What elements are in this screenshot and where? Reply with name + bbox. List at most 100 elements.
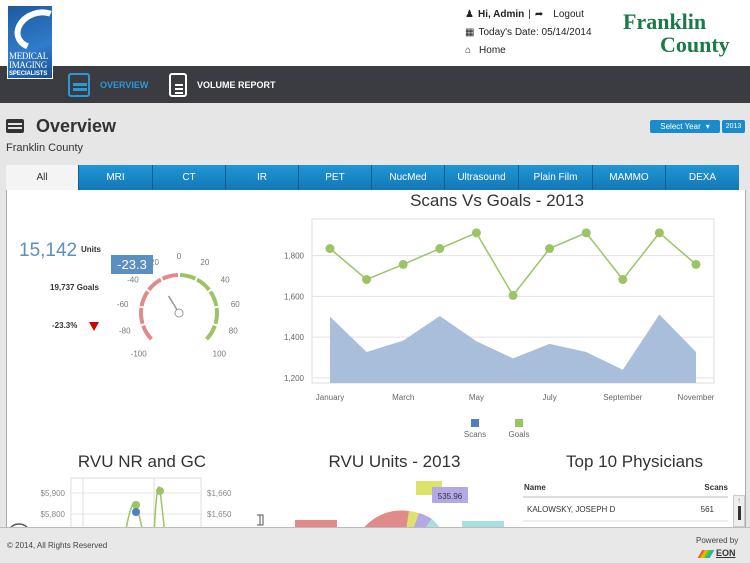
scroll-thumb[interactable] xyxy=(737,506,741,520)
legend-label[interactable]: Goals xyxy=(509,430,530,439)
eon-logo-icon xyxy=(697,550,715,558)
scrollbar[interactable]: ↑ xyxy=(733,495,745,527)
gauge-band xyxy=(208,290,219,307)
gauge-band xyxy=(139,307,145,325)
gauge-tick-label: -60 xyxy=(117,300,129,309)
goals-point[interactable] xyxy=(325,244,335,254)
tab-dexa[interactable]: DEXA xyxy=(665,165,739,190)
goals-point[interactable] xyxy=(362,275,372,285)
gauge-tick-label: -100 xyxy=(131,349,148,358)
gauge-tick-label: 40 xyxy=(221,275,230,284)
tab-ultrasound[interactable]: Ultrasound xyxy=(444,165,518,190)
goals-point[interactable] xyxy=(691,259,701,269)
goals-point[interactable] xyxy=(654,228,664,238)
y-tick-right: $1,660 xyxy=(207,489,232,498)
y-tick-right: $1,650 xyxy=(207,510,232,519)
goals-point[interactable] xyxy=(435,244,445,254)
y-tick-left: $5,900 xyxy=(41,489,66,498)
tab-mammo[interactable]: MAMMO xyxy=(592,165,665,190)
separator: | xyxy=(528,9,531,20)
gauge-band xyxy=(139,290,150,307)
pie-label-text: 535.96 xyxy=(438,492,463,501)
document-list-icon xyxy=(169,72,187,97)
physician-row[interactable]: KALOWSKY, JOSEPH D 561 xyxy=(523,498,728,522)
tab-all[interactable]: All xyxy=(6,165,78,190)
chart-menu-icon[interactable] xyxy=(257,514,264,526)
header: MEDICAL IMAGING SPECIALISTS ♟ Hi, Admin … xyxy=(0,0,750,79)
gauge-band xyxy=(179,273,197,281)
legend-label[interactable]: Scans xyxy=(464,430,486,439)
pie-slice xyxy=(364,510,409,527)
percent-change: -23.3% xyxy=(52,321,78,330)
gauge-band xyxy=(213,307,219,325)
scans-goals-title: Scans Vs Goals - 2013 xyxy=(410,191,584,210)
x-tick-label: September xyxy=(603,393,642,402)
home-icon: ⌂ xyxy=(465,45,472,56)
gauge-tooltip: -23.3 xyxy=(111,255,153,274)
home-row[interactable]: ⌂ Home xyxy=(465,45,506,56)
eon-logo: EON xyxy=(716,548,736,558)
y-tick-label: 1,400 xyxy=(284,333,305,342)
tab-nucmed[interactable]: NucMed xyxy=(371,165,444,190)
scans-goals-chart: 1,200 1,400 1,600 1,800 January March May July S… xyxy=(284,218,715,439)
goals-point[interactable] xyxy=(471,228,481,238)
legend-swatch xyxy=(471,419,479,427)
gauge-band xyxy=(141,324,153,341)
gauge-band xyxy=(205,324,217,341)
tab-mri[interactable]: MRI xyxy=(78,165,152,190)
nav-volume-report[interactable]: VOLUME REPORT xyxy=(169,66,276,103)
gauge-band xyxy=(196,277,211,292)
year-badge: 2013 xyxy=(722,120,745,133)
physicians-table: Name Scans KALOWSKY, JOSEPH D561BANAS, M… xyxy=(523,483,728,527)
gauge-pivot xyxy=(174,308,184,318)
rvu-point xyxy=(156,487,164,495)
scroll-up-icon[interactable]: ↑ xyxy=(734,496,744,505)
goals-point[interactable] xyxy=(545,244,555,254)
medical-imaging-logo[interactable]: MEDICAL IMAGING SPECIALISTS xyxy=(7,5,53,79)
select-year-label: Select Year xyxy=(660,122,701,131)
brand-franklin: Franklin xyxy=(623,9,707,34)
goals-line xyxy=(329,231,697,297)
tab-plain-film[interactable]: Plain Film xyxy=(518,165,592,190)
y-tick-left: $5,800 xyxy=(41,510,66,519)
physicians-title: Top 10 Physicians xyxy=(565,452,704,471)
greeting: Hi, Admin xyxy=(477,9,525,20)
column-header-scans: Scans xyxy=(704,483,728,492)
logout-link[interactable]: Logout xyxy=(553,9,584,20)
tab-ir[interactable]: IR xyxy=(225,165,298,190)
tab-pet[interactable]: PET xyxy=(298,165,371,190)
scans-area xyxy=(330,314,696,383)
nav-label: OVERVIEW xyxy=(100,79,149,90)
rvu-point xyxy=(132,508,140,516)
home-link[interactable]: Home xyxy=(479,45,506,56)
select-year-dropdown[interactable]: Select Year ▾ xyxy=(650,120,720,133)
physician-scans: 561 xyxy=(700,505,714,514)
goals-point[interactable] xyxy=(581,228,591,238)
user-row: ♟ Hi, Admin | ➦ Logout xyxy=(465,9,584,20)
powered-by: Powered by xyxy=(696,536,739,545)
page-title: Overview xyxy=(36,116,117,136)
tab-ct[interactable]: CT xyxy=(152,165,225,190)
x-tick-label: July xyxy=(542,393,556,402)
units-value: 15,142 xyxy=(19,240,78,261)
goals-point[interactable] xyxy=(508,290,518,300)
rvu-units-title: RVU Units - 2013 xyxy=(328,452,461,471)
gauge-tick-label: 0 xyxy=(177,252,182,261)
copyright: © 2014, All Rights Reserved xyxy=(7,541,108,550)
overview-panel: 15,142 Units 19,737 Goals -23.3% -100 -80… xyxy=(6,190,746,527)
today-date: Today's Date: 05/14/2014 xyxy=(478,27,592,38)
modality-tabs: All MRI CT IR PET NucMed Ultrasound Plain Film M… xyxy=(6,165,746,190)
goals-point[interactable] xyxy=(618,275,628,285)
logo-text: IMAGING xyxy=(9,60,47,70)
gauge-band xyxy=(161,273,179,281)
column-header-name: Name xyxy=(524,483,546,492)
nav-overview[interactable]: OVERVIEW xyxy=(68,66,148,103)
y-tick-label: 1,600 xyxy=(284,292,305,301)
logout-icon[interactable]: ➦ xyxy=(535,9,543,20)
user-icon: ♟ xyxy=(465,9,474,20)
gauge-tick-label: 100 xyxy=(213,349,227,358)
goals-point[interactable] xyxy=(398,259,408,269)
rvu-point xyxy=(132,501,140,509)
list-icon xyxy=(6,119,24,133)
brand-county: County xyxy=(660,32,730,57)
